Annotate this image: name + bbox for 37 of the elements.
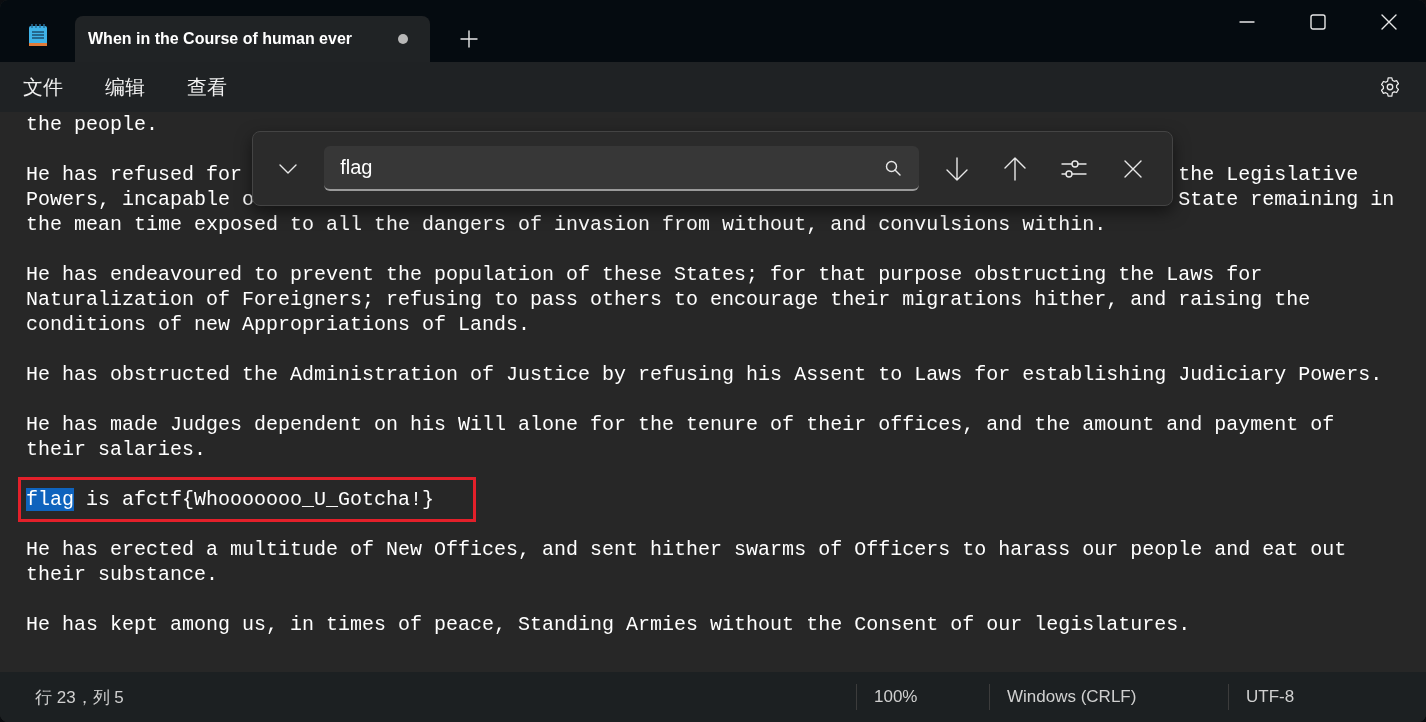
text-line: their substance. bbox=[26, 563, 219, 586]
document-tab[interactable]: When in the Course of human ever bbox=[75, 16, 430, 62]
close-icon bbox=[1123, 159, 1142, 178]
text-line: He has erected a multitude of New Offices, and sent hither swarms of Officers to harass our people and eat out bbox=[26, 538, 1347, 561]
chevron-down-icon bbox=[278, 163, 297, 174]
text-line: He has kept among us, in times of peace, Standing Armies without the Consent of our legislatures. bbox=[26, 613, 1191, 636]
menu-item[interactable]: 编辑 bbox=[105, 73, 145, 101]
text-line: conditions of new Appropriations of Lands. bbox=[26, 313, 531, 336]
text-line: Powers, incapable o bbox=[26, 188, 255, 211]
settings-icon[interactable] bbox=[1379, 76, 1401, 98]
text-line: their salaries. bbox=[26, 438, 207, 461]
text-line: the Legislative bbox=[1178, 162, 1359, 187]
notepad-icon bbox=[26, 23, 49, 47]
arrow-down-icon bbox=[945, 156, 968, 181]
close-icon[interactable] bbox=[1381, 14, 1397, 30]
add-tab-icon[interactable] bbox=[460, 30, 478, 48]
search-field[interactable]: flag bbox=[324, 146, 920, 191]
sliders-icon bbox=[1060, 158, 1087, 179]
selected-text: flag bbox=[26, 488, 74, 511]
text-line: the people. bbox=[26, 113, 159, 136]
text-line: He has obstructed the Administration of Justice by refusing his Assent to Laws for establishing Judiciary Powers. bbox=[26, 363, 1383, 386]
menu-item[interactable]: 查看 bbox=[187, 73, 227, 101]
text-line: State remaining in bbox=[1178, 187, 1395, 212]
text-line: the mean time exposed to all the dangers of invasion from without, and convulsions within. bbox=[26, 213, 1107, 236]
arrow-up-icon bbox=[1004, 156, 1027, 181]
text-line: is afctf{Whooooooo_U_Gotcha!} bbox=[85, 488, 435, 511]
encoding[interactable]: UTF-8 bbox=[1228, 684, 1426, 710]
line-ending[interactable]: Windows (CRLF) bbox=[989, 684, 1228, 710]
maximize-icon[interactable] bbox=[1310, 14, 1326, 30]
text-line: Naturalization of Foreigners; refusing to pass others to encourage their migrations hither, and raising the bbox=[26, 288, 1311, 311]
menu-item[interactable]: 文件 bbox=[23, 73, 63, 101]
text-line: He has endeavoured to prevent the population of these States; for that purpose obstructing the Laws for bbox=[26, 263, 1263, 286]
search-icon[interactable] bbox=[885, 160, 902, 176]
zoom-level[interactable]: 100% bbox=[856, 684, 989, 710]
text-line: He has made Judges dependent on his Will alone for the tenure of their offices, and the amount and payment of bbox=[26, 413, 1335, 436]
text-line: He has refused for bbox=[26, 163, 244, 186]
cursor-position: 行 23，列 5 bbox=[34, 686, 125, 709]
